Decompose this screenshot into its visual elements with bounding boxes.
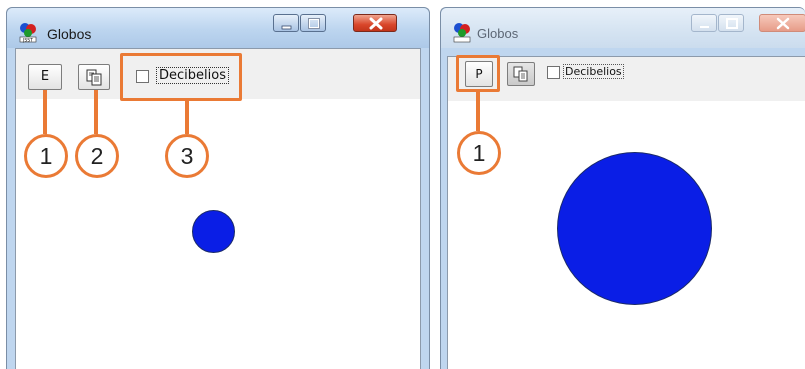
callout-stem: [185, 101, 189, 134]
copy-icon: [513, 66, 528, 82]
copy-button[interactable]: [78, 64, 110, 90]
decibels-checkbox-label[interactable]: Decibelios: [563, 64, 624, 79]
highlight-checkbox-area: [120, 53, 242, 101]
app-icon: JSST: [19, 23, 37, 44]
close-icon: [369, 17, 383, 30]
title-bar[interactable]: Globos: [441, 8, 805, 48]
callout-3: 3: [165, 134, 209, 178]
close-button[interactable]: [759, 14, 805, 32]
maximize-icon: [308, 18, 320, 29]
callout-1: 1: [24, 134, 68, 178]
callout-1: 1: [457, 131, 501, 175]
svg-text:JSST: JSST: [22, 38, 33, 44]
window-title: Globos: [477, 26, 519, 41]
decibels-checkbox[interactable]: [547, 66, 560, 79]
mode-button[interactable]: E: [28, 64, 62, 90]
callout-stem: [476, 92, 480, 131]
callout-2: 2: [75, 134, 119, 178]
close-icon: [776, 17, 790, 30]
title-bar[interactable]: JSST Globos: [7, 8, 429, 48]
window-title: Globos: [47, 26, 92, 42]
minimize-button[interactable]: [273, 14, 299, 32]
balloon: [192, 210, 235, 253]
callout-stem: [94, 90, 98, 134]
close-button[interactable]: [353, 14, 397, 32]
maximize-button[interactable]: [718, 14, 744, 32]
toolbar: [447, 56, 805, 102]
minimize-icon: [281, 25, 292, 30]
minimize-button[interactable]: [691, 14, 717, 32]
callout-stem: [43, 90, 47, 134]
maximize-button[interactable]: [300, 14, 326, 32]
copy-button[interactable]: [507, 62, 535, 86]
copy-icon: [86, 69, 102, 86]
minimize-icon: [700, 26, 709, 28]
balloon: [557, 152, 712, 305]
maximize-icon: [726, 18, 738, 29]
app-icon: [453, 23, 471, 43]
highlight-mode-button: [456, 55, 500, 92]
